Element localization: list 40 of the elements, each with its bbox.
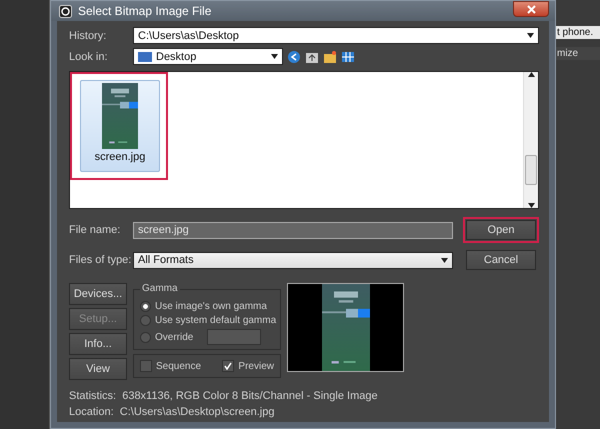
checkmark-icon [224, 362, 232, 370]
side-button[interactable]: Devices... [69, 283, 127, 305]
dropdown-arrow-icon[interactable] [528, 203, 534, 208]
group-title: Gamma [140, 283, 180, 294]
gamma-option[interactable]: Use system default gamma [140, 315, 274, 326]
dropdown-arrow-icon[interactable] [441, 258, 448, 262]
history-dropdown[interactable]: C:\Users\as\Desktop [133, 27, 539, 44]
dropdown-arrow-icon[interactable] [527, 33, 534, 38]
side-button[interactable]: Info... [69, 333, 127, 355]
window-title: Select Bitmap Image File [78, 4, 212, 18]
file-type-dropdown[interactable]: All Formats [133, 252, 453, 268]
view-menu-icon[interactable] [341, 50, 355, 64]
desktop-icon [138, 52, 152, 62]
side-button[interactable]: View [69, 358, 127, 380]
new-folder-icon[interactable] [323, 50, 337, 64]
open-button[interactable]: Open [466, 220, 536, 240]
field-label: Files of type: [69, 254, 129, 266]
back-icon[interactable] [287, 50, 301, 64]
scroll-thumb[interactable] [525, 155, 537, 185]
gamma-option[interactable]: Override [140, 329, 274, 345]
gamma-option[interactable]: Use image's own gamma [140, 301, 274, 312]
look-in-dropdown[interactable]: Desktop [133, 48, 283, 65]
field-label: File name: [69, 224, 122, 236]
up-arrow-icon[interactable] [528, 72, 534, 77]
dropdown-arrow-icon[interactable] [271, 54, 278, 59]
cancel-button[interactable]: Cancel [466, 250, 536, 270]
field-label: History: [69, 30, 108, 42]
location-text: Location: C:\Users\as\Desktop\screen.jpg [69, 406, 276, 418]
close-button[interactable] [513, 1, 549, 17]
file-item[interactable]: screen.jpg [80, 80, 160, 172]
app-logo-icon [59, 4, 72, 18]
field-label: Look in: [69, 50, 109, 62]
file-name-field[interactable]: screen.jpg [133, 222, 453, 238]
statistics-text: Statistics: 638x1136, RGB Color 8 Bits/Channel - Single Image [69, 390, 379, 402]
checkbox-option[interactable]: Preview [222, 360, 274, 372]
window-title-fragment: t phone. [556, 26, 600, 39]
checkbox-option[interactable]: Sequence [140, 360, 202, 372]
close-icon [526, 4, 536, 14]
panel-label: mize [556, 47, 600, 60]
scrollbar[interactable] [523, 72, 538, 208]
